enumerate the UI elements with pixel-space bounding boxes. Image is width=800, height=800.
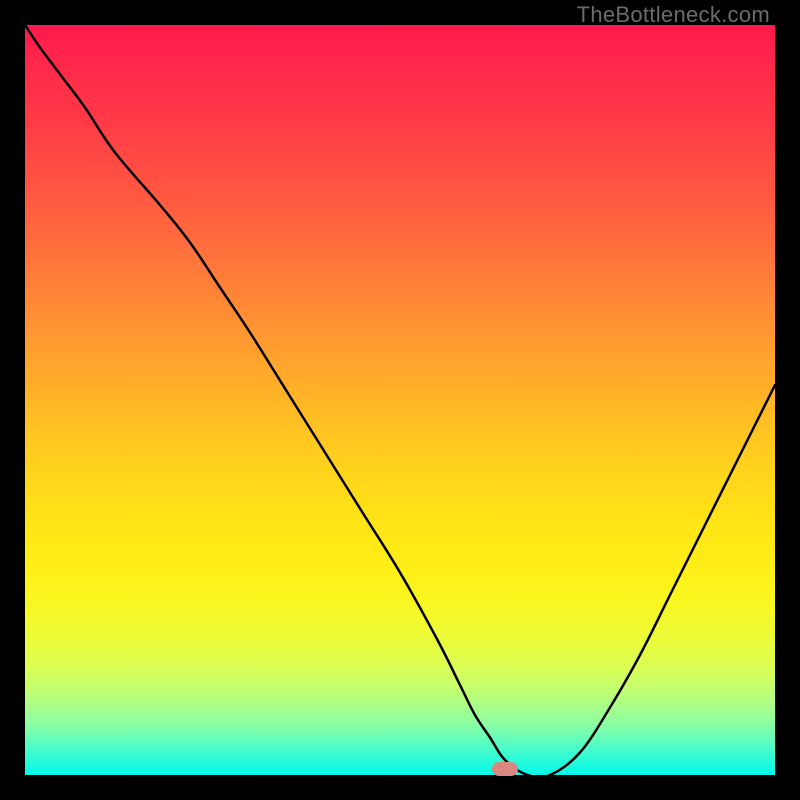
- chart-frame: [25, 25, 775, 775]
- bottleneck-curve: [25, 25, 775, 775]
- optimal-point-marker: [492, 762, 518, 776]
